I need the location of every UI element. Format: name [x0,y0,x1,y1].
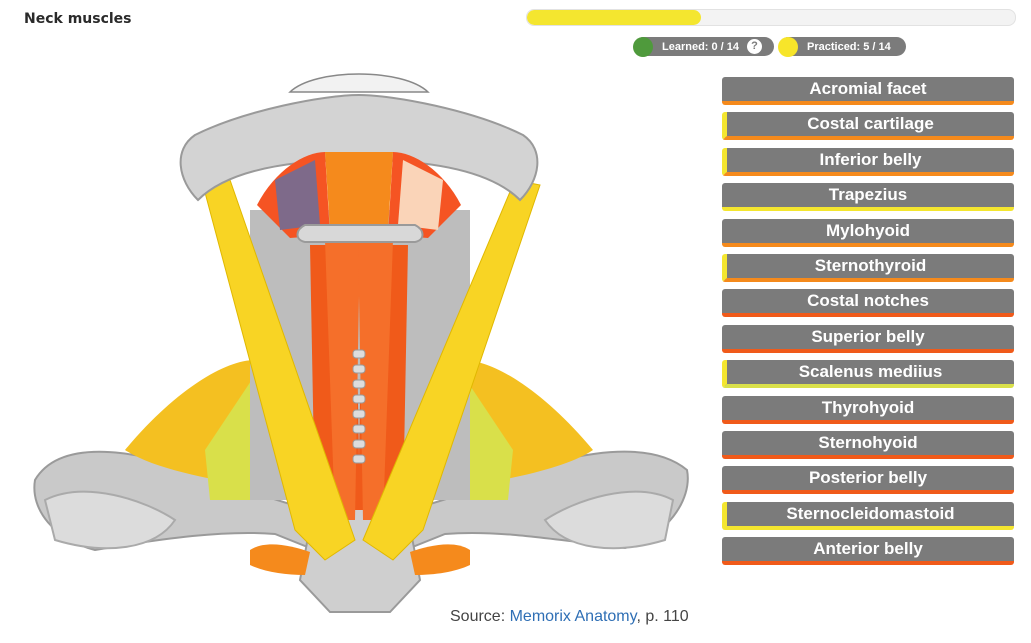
learned-dot-icon [633,36,653,57]
term-button[interactable]: Inferior belly [722,147,1014,176]
term-button[interactable]: Scalenus mediius [722,360,1014,389]
term-button[interactable]: Costal cartilage [722,112,1014,141]
term-button[interactable]: Posterior belly [722,466,1014,495]
term-button[interactable]: Superior belly [722,324,1014,353]
neck-muscles-illustration [33,73,689,613]
term-button[interactable]: Acromial facet [722,77,1014,105]
progress-fill [527,10,702,25]
progress-bar [526,9,1016,26]
term-button[interactable]: Costal notches [722,289,1014,318]
practiced-label: Practiced: 5 / 14 [807,40,891,53]
term-button[interactable]: Thyrohyoid [722,395,1014,424]
source-prefix: Source: [450,608,510,625]
mylohyoid [325,152,393,230]
right-stylohyoid [398,160,443,230]
term-button[interactable]: Sternohyoid [722,430,1014,459]
term-button[interactable]: Trapezius [722,183,1014,212]
term-button[interactable]: Sternothyroid [722,253,1014,282]
term-list: Acromial facet Costal cartilage Inferior b… [722,77,1014,572]
left-stylohyoid [275,160,320,230]
source-link[interactable]: Memorix Anatomy [510,608,637,625]
practiced-counter: Practiced: 5 / 14 [778,36,906,57]
teeth-shape [288,73,430,93]
right-costal-cartilage [410,544,470,575]
practiced-dot-icon [778,36,798,57]
learned-counter: Learned: 0 / 14 ? [633,36,774,57]
page-title: Neck muscles [24,11,132,27]
hyoid-shape [296,224,424,243]
help-icon[interactable]: ? [747,39,763,54]
learned-label: Learned: 0 / 14 [662,40,740,53]
term-button[interactable]: Sternocleidomastoid [722,501,1014,530]
term-button[interactable]: Anterior belly [722,537,1014,566]
source-suffix: , p. 110 [636,608,689,625]
term-button[interactable]: Mylohyoid [722,218,1014,247]
left-costal-cartilage [250,544,310,575]
source-citation: Source: Memorix Anatomy, p. 110 [450,608,689,626]
